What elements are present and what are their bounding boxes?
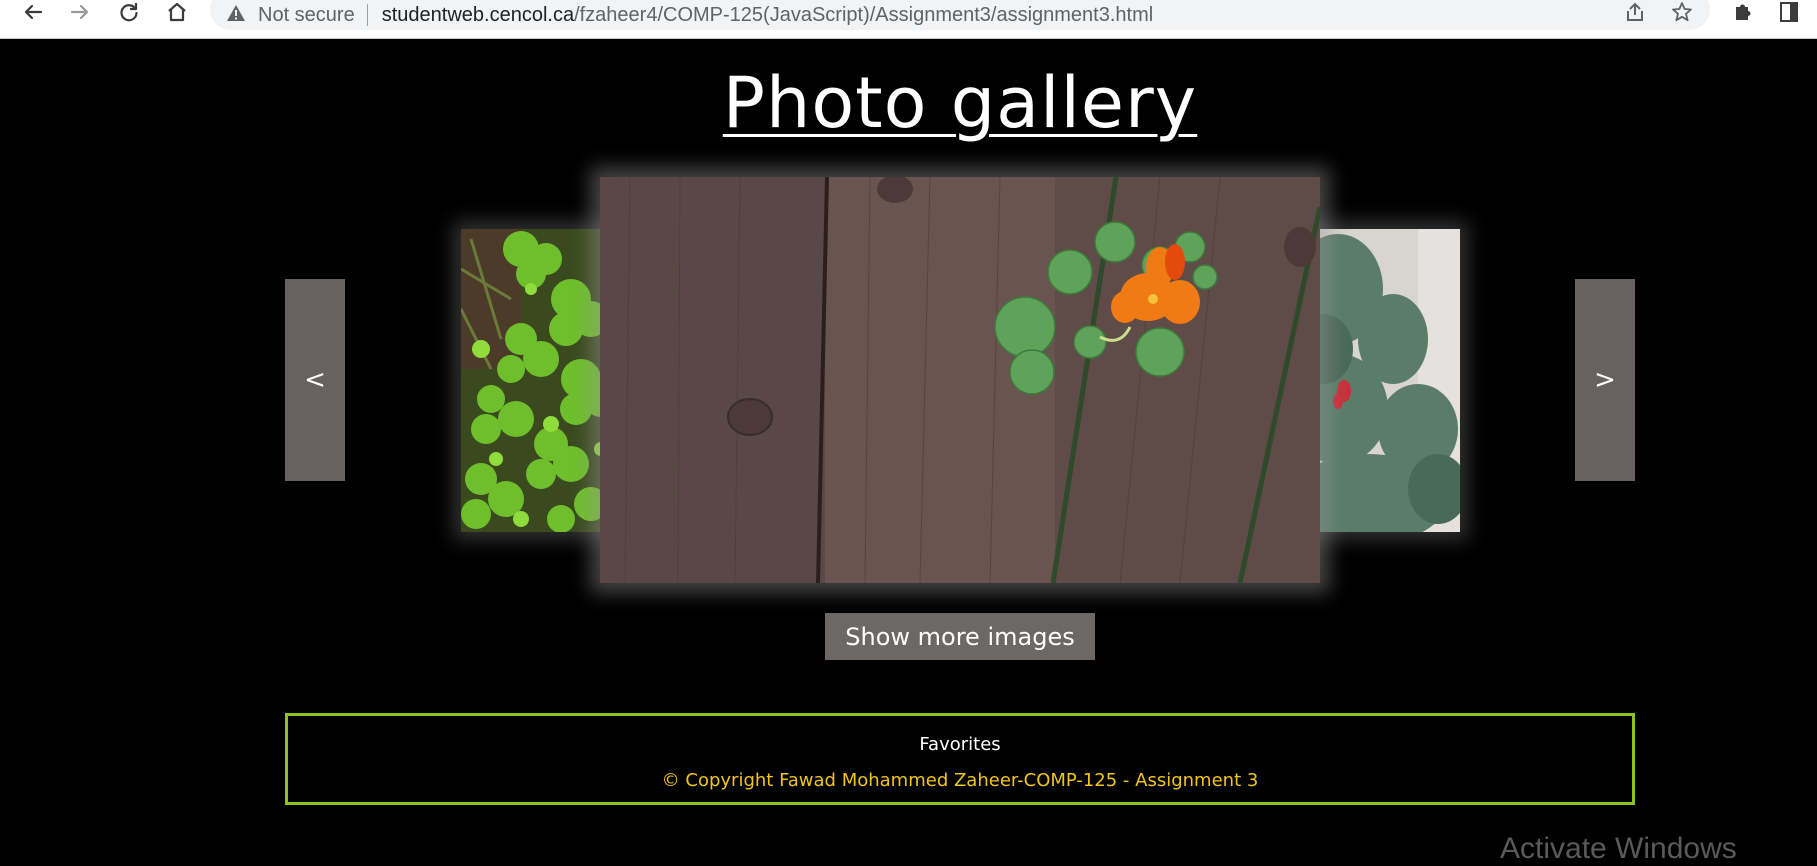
side-panel-icon[interactable]: [1774, 0, 1804, 24]
page-title: Photo gallery: [722, 62, 1198, 144]
featured-photo[interactable]: [600, 177, 1320, 583]
back-icon[interactable]: [16, 0, 50, 24]
left-photo[interactable]: [461, 229, 621, 532]
url-path: /fzaheer4/COMP-125(JavaScript)/Assignmen…: [574, 3, 1154, 26]
home-icon[interactable]: [160, 0, 194, 24]
browser-toolbar: Not secure studentweb.cencol.ca/fzaheer4…: [0, 0, 1817, 39]
show-more-images-button[interactable]: Show more images: [825, 613, 1095, 660]
reload-icon[interactable]: [112, 0, 146, 24]
extensions-icon[interactable]: [1728, 0, 1758, 24]
copyright-text: © Copyright Fawad Mohammed Zaheer-COMP-1…: [661, 770, 1259, 791]
address-bar[interactable]: Not secure studentweb.cencol.ca/fzaheer4…: [210, 0, 1710, 30]
prev-button[interactable]: <: [285, 279, 345, 481]
favorites-title: Favorites: [919, 734, 1001, 755]
right-photo[interactable]: [1298, 229, 1460, 532]
footer-box: Favorites © Copyright Fawad Mohammed Zah…: [285, 713, 1635, 805]
forward-icon[interactable]: [63, 0, 97, 24]
security-status[interactable]: Not secure: [258, 4, 355, 27]
divider: [366, 4, 368, 26]
warning-icon[interactable]: [226, 4, 246, 26]
url-text[interactable]: studentweb.cencol.ca/fzaheer4/COMP-125(J…: [382, 4, 1153, 27]
activate-windows-watermark: Activate Windows: [1500, 832, 1737, 865]
url-host: studentweb.cencol.ca: [381, 3, 575, 26]
share-icon[interactable]: [1620, 0, 1650, 24]
bookmark-star-icon[interactable]: [1667, 0, 1697, 24]
next-button[interactable]: >: [1575, 279, 1635, 481]
